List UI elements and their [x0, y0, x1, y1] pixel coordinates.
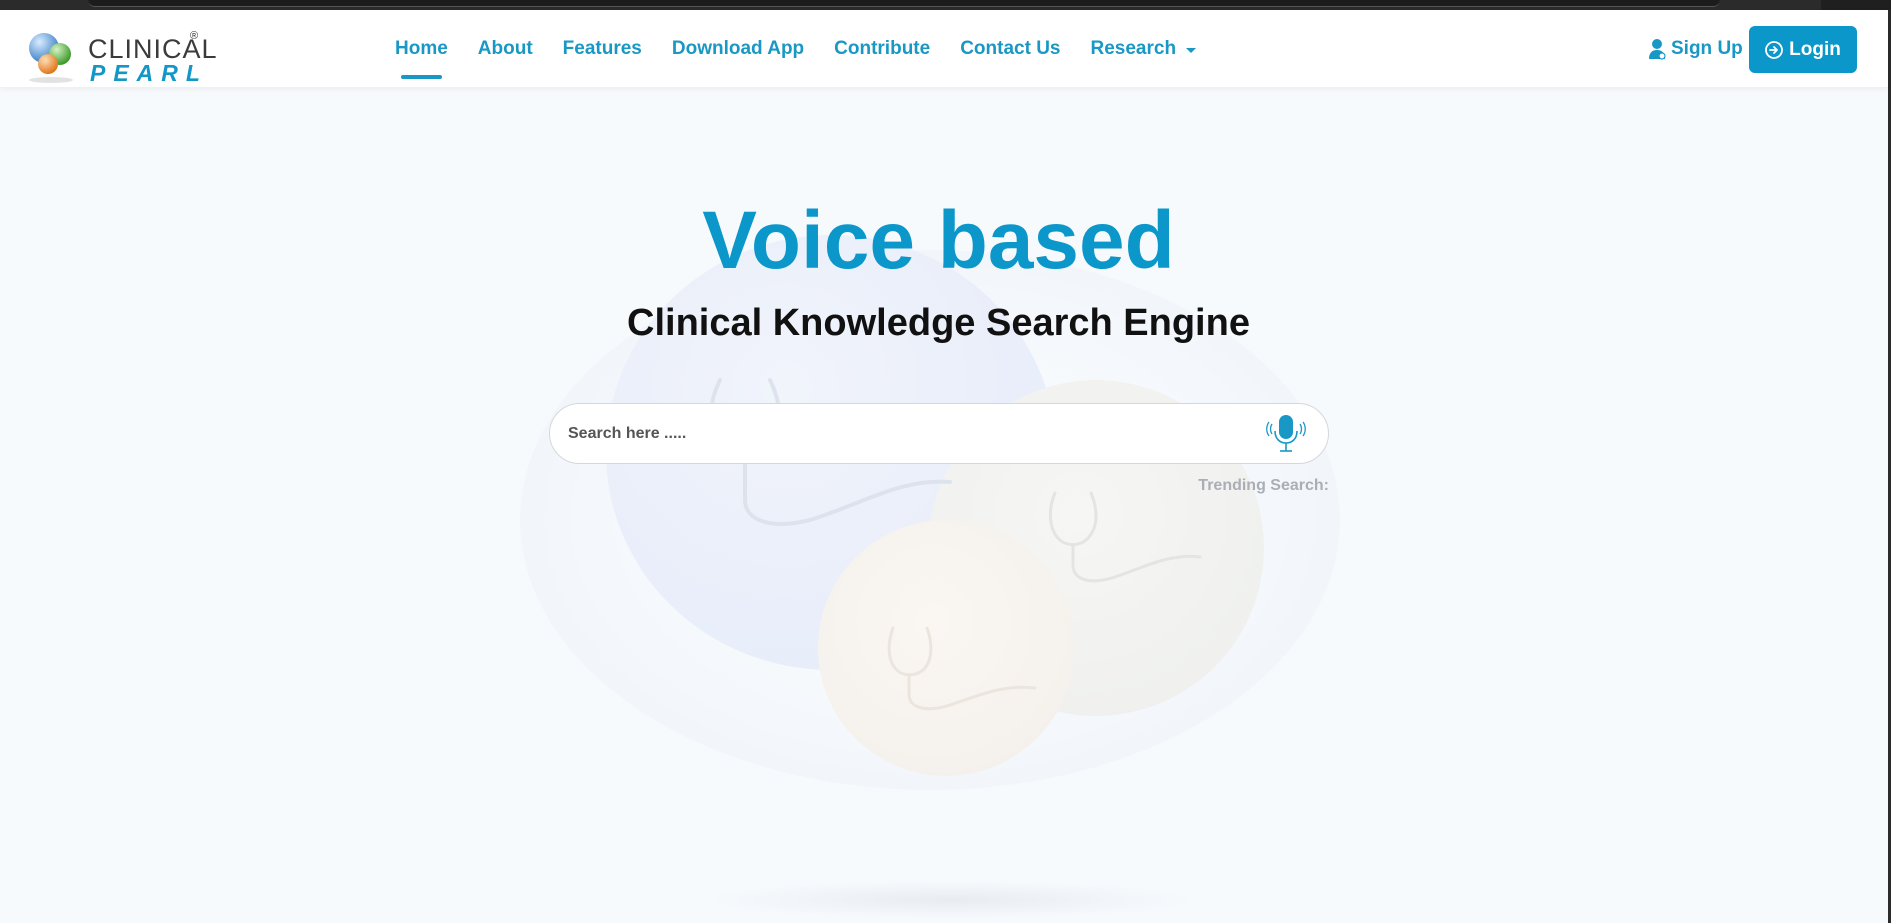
browser-tab-bar	[88, 0, 1720, 7]
nav-item-research[interactable]: Research	[1091, 10, 1197, 87]
hero-title: Voice based	[702, 195, 1175, 286]
browser-top-strip	[0, 0, 1891, 10]
user-icon	[1649, 39, 1666, 60]
caret-down-icon	[1186, 47, 1197, 53]
nav-item-download-app[interactable]: Download App	[672, 10, 804, 87]
browser-corner	[1821, 0, 1891, 10]
nav-item-label: Research	[1090, 37, 1177, 59]
microphone-icon	[1266, 415, 1306, 452]
signup-label: Sign Up	[1671, 38, 1743, 59]
trending-search-label: Trending Search:	[1198, 477, 1329, 494]
stethoscope-watermark-icon	[887, 626, 1037, 711]
clinical-pearl-logo[interactable]: CLINICAL ® PEARL	[22, 24, 217, 86]
registered-mark: ®	[190, 30, 199, 42]
signup-link[interactable]: Sign Up	[1648, 34, 1743, 64]
top-navbar: CLINICAL ® PEARL Home About Features Dow…	[0, 10, 1888, 87]
login-button[interactable]: Login	[1749, 26, 1857, 73]
login-arrow-icon	[1765, 40, 1784, 59]
nav-item-features[interactable]: Features	[563, 10, 642, 87]
background-shadow	[700, 880, 1200, 920]
nav-item-contribute[interactable]: Contribute	[834, 10, 930, 87]
nav-item-label: Contact Us	[960, 37, 1061, 59]
nav-item-label: Download App	[671, 37, 805, 59]
stethoscope-watermark-icon	[1048, 491, 1202, 583]
hero-subtitle: Clinical Knowledge Search Engine	[627, 302, 1250, 344]
nav-item-home[interactable]: Home	[395, 10, 448, 87]
nav-item-label: About	[477, 37, 533, 59]
search-input[interactable]	[568, 404, 1248, 463]
nav-item-label: Features	[562, 37, 642, 59]
voice-search-button[interactable]	[1266, 413, 1306, 455]
nav-item-contact-us[interactable]: Contact Us	[960, 10, 1060, 87]
main-nav: Home About Features Download App Contrib…	[395, 10, 1226, 87]
search-box	[549, 403, 1329, 464]
logo-spheres-icon	[29, 33, 73, 83]
nav-item-about[interactable]: About	[478, 10, 533, 87]
nav-item-label: Contribute	[834, 37, 931, 59]
logo-text-bottom: PEARL	[90, 60, 208, 86]
nav-item-label: Home	[395, 37, 448, 59]
login-label: Login	[1789, 38, 1841, 60]
